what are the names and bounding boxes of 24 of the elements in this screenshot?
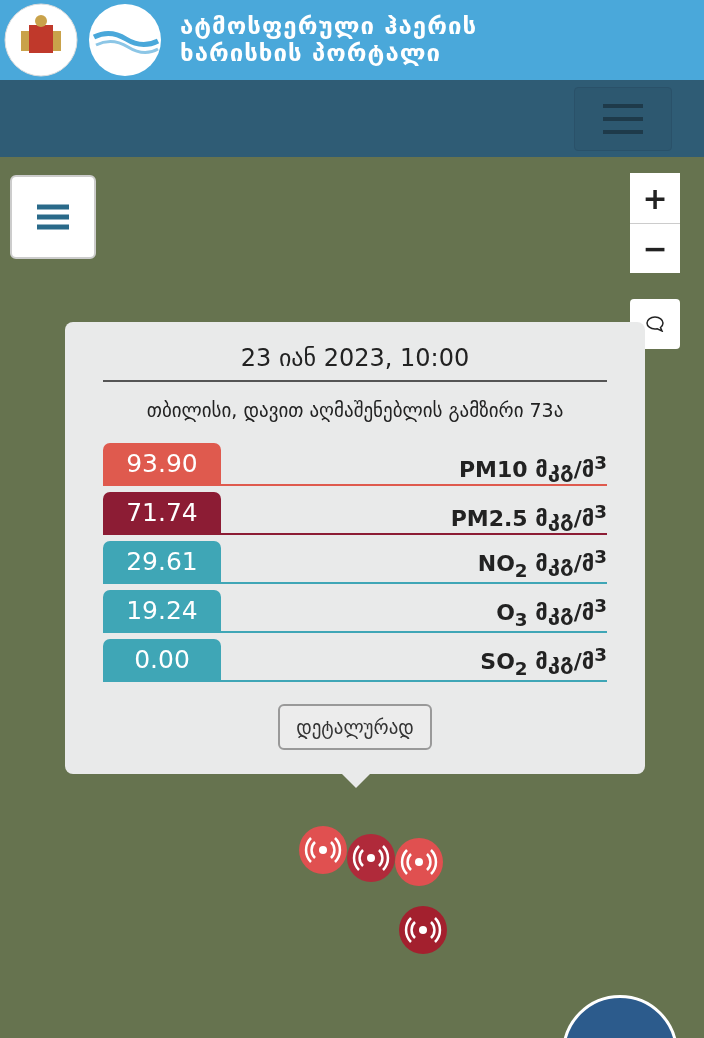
- site-title: ხარისხის პორტალი: [180, 40, 442, 67]
- pollutant-label: PM2.5 მკგ/მ$^{3}$: [450, 501, 607, 534]
- reading-value: 93.90: [103, 443, 221, 485]
- sidebar-toggle-button[interactable]: [10, 175, 96, 259]
- speech-bubble-icon: [646, 316, 664, 332]
- pollutant-label: NO$_{2}$ მკგ/მ$^{3}$: [477, 545, 607, 583]
- details-button[interactable]: დეტალურად: [278, 704, 432, 751]
- reading-value: 29.61: [103, 541, 221, 583]
- sensor-marker-icon[interactable]: [394, 837, 444, 887]
- pollutant-label: SO$_{2}$ მკგ/მ$^{3}$: [480, 643, 607, 681]
- pollutant-label: O$_{3}$ მკგ/მ$^{3}$: [496, 594, 607, 632]
- station-address: თბილისი, დავით აღმაშენებლის გამზირი 73ა: [146, 398, 564, 424]
- menu-icon: [36, 203, 70, 231]
- reading-value: 19.24: [103, 590, 221, 632]
- reading-value: 71.74: [103, 492, 221, 534]
- zoom-out-button[interactable]: −: [630, 223, 680, 273]
- site-title: ატმოსფერული ჰაერის: [180, 13, 478, 40]
- sensor-marker-icon[interactable]: [346, 833, 396, 883]
- sensor-marker-icon[interactable]: [398, 905, 448, 955]
- menu-icon: [601, 102, 645, 135]
- reading-value: 0.00: [103, 639, 221, 681]
- sensor-marker-icon[interactable]: [298, 825, 348, 875]
- popup-datetime: 23 იან 2023, 10:00: [103, 344, 607, 382]
- pollutant-label: PM10 მკგ/მ$^{3}$: [459, 452, 607, 485]
